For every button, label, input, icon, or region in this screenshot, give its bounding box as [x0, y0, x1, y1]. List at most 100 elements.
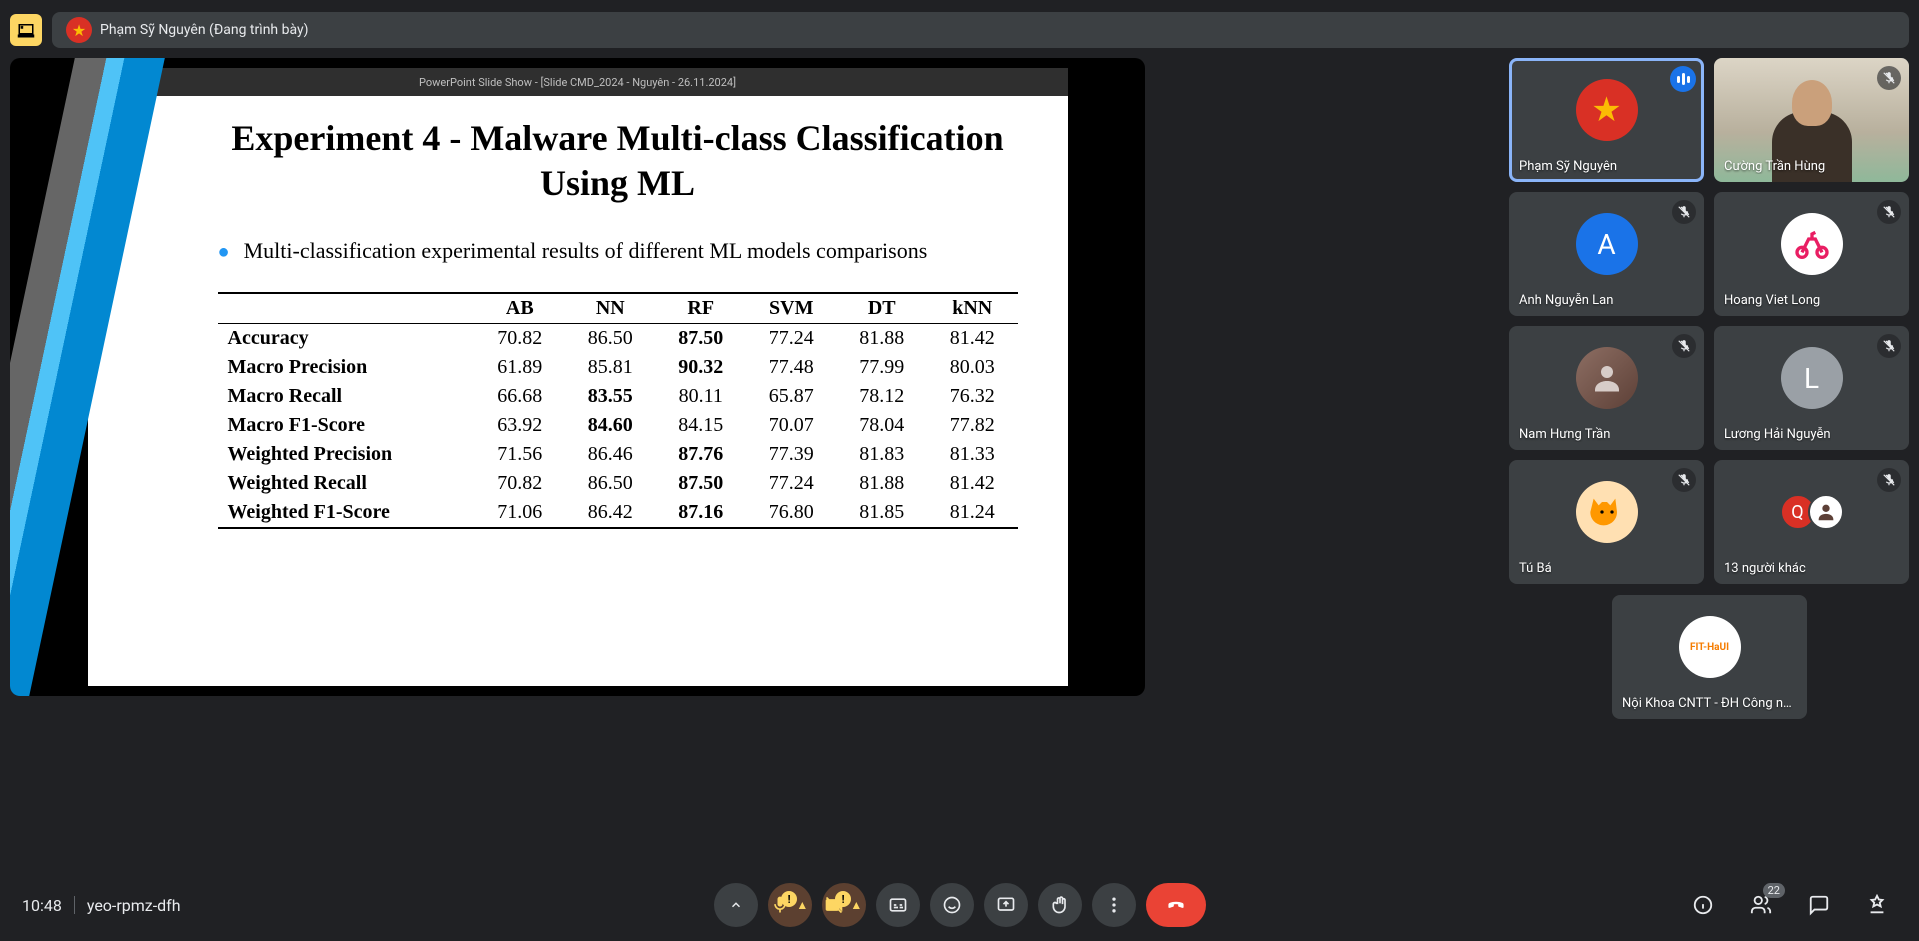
results-table: ABNNRFSVMDTkNN Accuracy70.8286.5087.5077… — [218, 292, 1018, 529]
microphone-button-group[interactable]: ! ▲ — [768, 883, 812, 927]
captions-button[interactable] — [876, 883, 920, 927]
speaking-indicator-icon — [1670, 66, 1696, 92]
muted-icon — [1877, 200, 1901, 224]
slide-bullet: ● Multi-classification experimental resu… — [218, 238, 1018, 266]
call-controls: ! ▲ ! ▲ — [714, 883, 1206, 927]
participant-name: 13 người khác — [1724, 561, 1806, 576]
cell: 77.82 — [927, 411, 1018, 440]
people-button[interactable]: 22 — [1741, 885, 1781, 925]
avatar-star-icon: ★ — [1576, 79, 1638, 141]
table-row: Weighted Recall70.8286.5087.5077.2481.88… — [218, 469, 1018, 498]
cam-options-chevron-icon[interactable]: ▲ — [847, 898, 865, 912]
slide-body: Experiment 4 - Malware Multi-class Class… — [88, 96, 1068, 686]
table-row: Macro Precision61.8985.8190.3277.4877.99… — [218, 353, 1018, 382]
bullet-icon: ● — [218, 238, 230, 266]
cell: 66.68 — [475, 382, 565, 411]
cell: 80.11 — [656, 382, 746, 411]
cell: 87.16 — [656, 498, 746, 528]
avatar-photo — [1576, 347, 1638, 409]
avatar-stack: Q — [1780, 494, 1844, 530]
participant-tile[interactable]: AAnh Nguyễn Lan — [1509, 192, 1704, 316]
table-row: Macro Recall66.6883.5580.1165.8778.1276.… — [218, 382, 1018, 411]
participant-name: Tú Bá — [1519, 561, 1552, 576]
cell: 81.42 — [927, 324, 1018, 354]
participant-name: Hoang Viet Long — [1724, 293, 1820, 308]
row-label: Macro Recall — [218, 382, 475, 411]
table-header — [218, 293, 475, 324]
slide-title: Experiment 4 - Malware Multi-class Class… — [218, 116, 1018, 206]
cell: 83.55 — [565, 382, 655, 411]
meeting-info[interactable]: 10:48 yeo-rpmz-dfh — [22, 896, 181, 915]
table-row: Accuracy70.8286.5087.5077.2481.8881.42 — [218, 324, 1018, 354]
cell: 77.48 — [746, 353, 836, 382]
present-button[interactable] — [984, 883, 1028, 927]
participant-name: Lương Hải Nguyễn — [1724, 427, 1831, 442]
window-title: PowerPoint Slide Show - [Slide CMD_2024 … — [88, 76, 1068, 89]
cell: 71.06 — [475, 498, 565, 528]
participant-tile[interactable]: Q 13 người khác — [1714, 460, 1909, 584]
table-row: Weighted Precision71.5686.4687.7677.3981… — [218, 440, 1018, 469]
cell: 84.60 — [565, 411, 655, 440]
cell: 86.42 — [565, 498, 655, 528]
cell: 61.89 — [475, 353, 565, 382]
presenter-bar[interactable]: ★ Phạm Sỹ Nguyên (Đang trình bày) — [52, 12, 1909, 48]
table-header: RF — [656, 293, 746, 324]
avatar-photo — [1576, 481, 1638, 543]
bottom-bar: 10:48 yeo-rpmz-dfh ! ▲ ! ▲ — [0, 869, 1919, 941]
muted-icon — [1672, 334, 1696, 358]
shared-screen: PowerPoint Slide Show - [Slide CMD_2024 … — [88, 68, 1068, 686]
slide-accent-decoration — [10, 58, 178, 696]
cell: 80.03 — [927, 353, 1018, 382]
row-label: Accuracy — [218, 324, 475, 354]
participant-tile-extra[interactable]: FIT-HaUINội Khoa CNTT - ĐH Công ng… — [1612, 595, 1807, 719]
mac-window-bar: PowerPoint Slide Show - [Slide CMD_2024 … — [88, 68, 1068, 96]
participant-tile[interactable]: Cường Trần Hùng — [1714, 58, 1909, 182]
activities-button[interactable] — [1857, 885, 1897, 925]
meeting-code: yeo-rpmz-dfh — [87, 896, 181, 915]
cell: 71.56 — [475, 440, 565, 469]
end-call-button[interactable] — [1146, 883, 1206, 927]
cell: 70.82 — [475, 469, 565, 498]
cell: 78.04 — [836, 411, 926, 440]
cell: 87.76 — [656, 440, 746, 469]
muted-icon — [1672, 468, 1696, 492]
muted-icon — [1877, 66, 1901, 90]
cell: 81.33 — [927, 440, 1018, 469]
cell: 77.39 — [746, 440, 836, 469]
raise-hand-button[interactable] — [1038, 883, 1082, 927]
mic-options-chevron-icon[interactable]: ▲ — [793, 898, 811, 912]
cell: 77.99 — [836, 353, 926, 382]
caret-up-button[interactable] — [714, 883, 758, 927]
cell: 87.50 — [656, 324, 746, 354]
table-header: kNN — [927, 293, 1018, 324]
topbar: ★ Phạm Sỹ Nguyên (Đang trình bày) — [10, 10, 1909, 50]
table-header: AB — [475, 293, 565, 324]
main-presentation-tile[interactable]: PowerPoint Slide Show - [Slide CMD_2024 … — [10, 58, 1145, 696]
reactions-button[interactable] — [930, 883, 974, 927]
participant-tile[interactable]: ★Phạm Sỹ Nguyên — [1509, 58, 1704, 182]
muted-icon — [1672, 200, 1696, 224]
avatar-letter: L — [1781, 347, 1843, 409]
cell: 81.24 — [927, 498, 1018, 528]
more-options-button[interactable] — [1092, 883, 1136, 927]
cell: 81.85 — [836, 498, 926, 528]
screen-share-warning-icon[interactable] — [10, 14, 42, 46]
row-label: Weighted Precision — [218, 440, 475, 469]
presenter-avatar-icon: ★ — [66, 17, 92, 43]
camera-off-icon[interactable]: ! — [822, 895, 848, 915]
participant-tile[interactable]: Hoang Viet Long — [1714, 192, 1909, 316]
meeting-details-button[interactable] — [1683, 885, 1723, 925]
microphone-icon[interactable]: ! — [768, 895, 794, 915]
muted-icon — [1877, 334, 1901, 358]
participant-tile[interactable]: L Lương Hải Nguyễn — [1714, 326, 1909, 450]
row-label: Macro F1-Score — [218, 411, 475, 440]
row-label: Macro Precision — [218, 353, 475, 382]
chat-button[interactable] — [1799, 885, 1839, 925]
content-area: PowerPoint Slide Show - [Slide CMD_2024 … — [10, 58, 1909, 866]
participant-tile[interactable]: Nam Hưng Trần — [1509, 326, 1704, 450]
cell: 81.88 — [836, 324, 926, 354]
participant-tile[interactable]: Tú Bá — [1509, 460, 1704, 584]
participants-grid: ★Phạm Sỹ NguyênCường Trần HùngAAnh Nguyễ… — [1509, 58, 1909, 584]
camera-button-group[interactable]: ! ▲ — [822, 883, 866, 927]
cell: 63.92 — [475, 411, 565, 440]
